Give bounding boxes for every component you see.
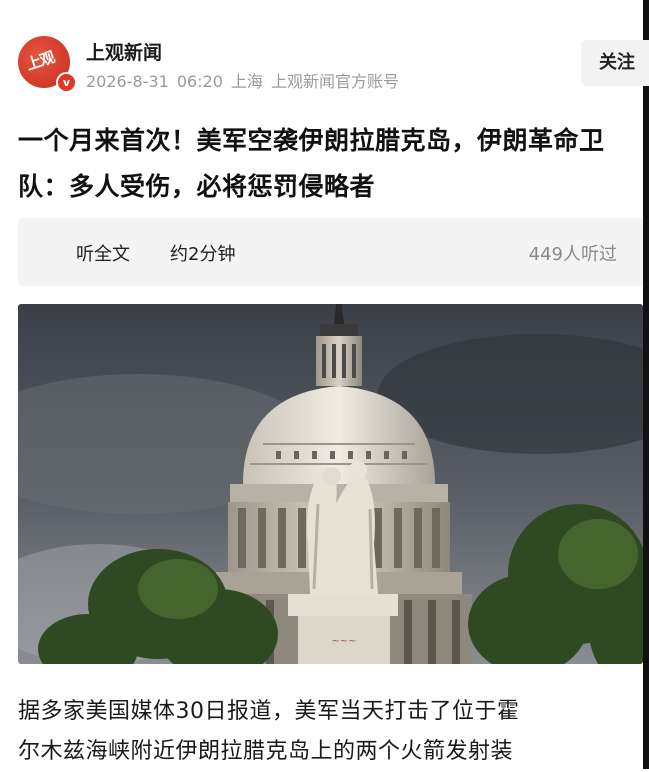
body-line: 尔木兹海峡附近伊朗拉腊克岛上的两个火箭发射装 (18, 739, 514, 764)
svg-text:~~~: ~~~ (331, 636, 356, 647)
post-date: 2026-8-31 (86, 72, 169, 91)
audio-duration: 约2分钟 (170, 244, 236, 265)
listen-full-text-label[interactable]: 听全文 (76, 240, 130, 266)
post-location: 上海 (230, 72, 263, 91)
post-meta: 2026-8-31 06:20 上海 上观新闻官方账号 (86, 68, 407, 92)
follow-button[interactable]: 关注 (581, 40, 649, 86)
article-photo[interactable]: ~~~ (18, 304, 643, 664)
screen-edge (643, 0, 649, 769)
account-name[interactable]: 上观新闻 (86, 38, 162, 65)
article-title: 一个月来首次！美军空袭伊朗拉腊克岛，伊朗革命卫队：多人受伤，必将惩罚侵略者 (18, 126, 605, 201)
listen-count: 449人听过 (528, 244, 617, 265)
v-badge-icon: v (56, 72, 77, 93)
article-header: 上观 v 上观新闻 2026-8-31 06:20 上海 上观新闻官方账号 关注 (18, 36, 649, 94)
avatar-logo-text: 上观 (24, 48, 57, 74)
body-line: 据多家美国媒体30日报道，美军当天打击了位于霍 (18, 699, 520, 724)
post-time: 06:20 (176, 72, 223, 91)
capitol-dome-photo: ~~~ (18, 304, 643, 664)
account-type: 上观新闻官方账号 (270, 72, 399, 91)
article-body: 据多家美国媒体30日报道，美军当天打击了位于霍 尔木兹海峡附近伊朗拉腊克岛上的两… (18, 692, 649, 772)
listen-audio-bar[interactable]: 听全文 约2分钟 449人听过 (18, 218, 643, 286)
